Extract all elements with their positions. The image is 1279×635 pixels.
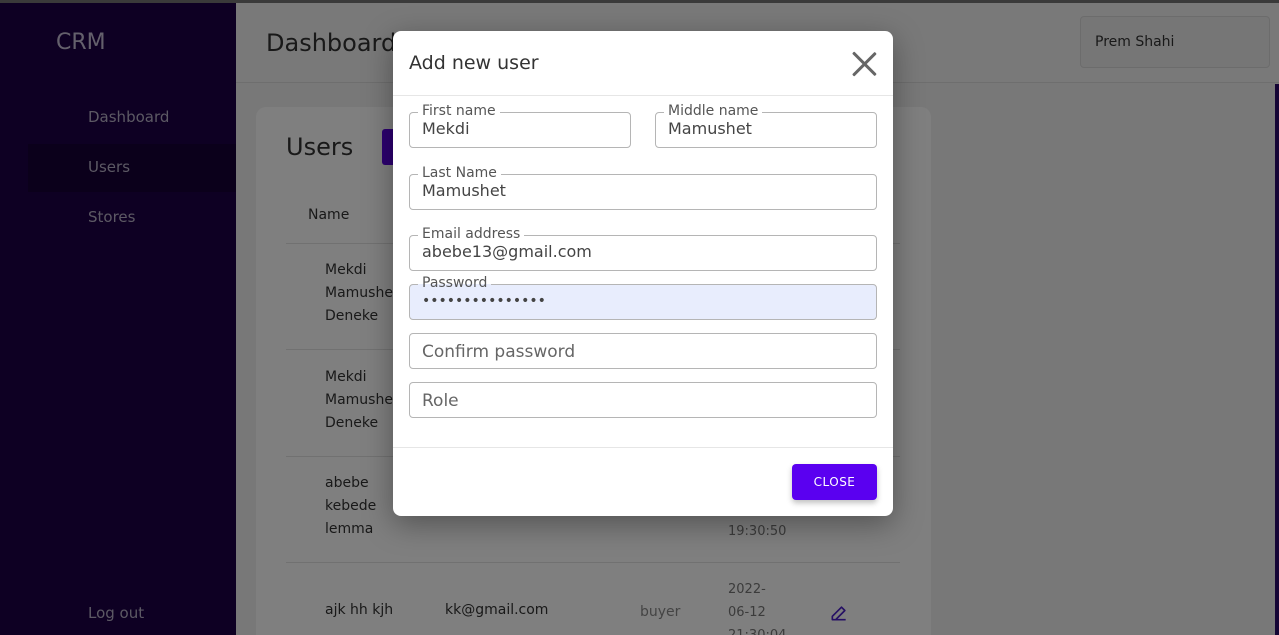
dialog-header-divider	[393, 95, 893, 96]
confirm-password-placeholder: Confirm password	[422, 342, 576, 362]
email-label: Email address	[418, 225, 525, 243]
close-button[interactable]: CLOSE	[792, 464, 877, 500]
role-placeholder: Role	[422, 391, 459, 411]
middle-name-field[interactable]: Middle name	[655, 102, 877, 148]
password-input[interactable]	[422, 293, 866, 309]
first-name-input[interactable]	[422, 119, 620, 138]
email-field[interactable]: Email address	[409, 225, 877, 271]
top-border	[0, 0, 1279, 3]
first-name-label: First name	[418, 102, 500, 120]
email-input[interactable]	[422, 242, 866, 261]
last-name-input[interactable]	[422, 181, 866, 200]
role-field[interactable]: Role	[409, 382, 877, 418]
last-name-label: Last Name	[418, 164, 501, 182]
password-label: Password	[418, 274, 492, 292]
confirm-password-field[interactable]: Confirm password	[409, 333, 877, 369]
add-user-dialog: Add new user First name Middle name Last…	[393, 31, 893, 516]
first-name-field[interactable]: First name	[409, 102, 631, 148]
password-field[interactable]: Password	[409, 274, 877, 320]
last-name-field[interactable]: Last Name	[409, 164, 877, 210]
close-icon[interactable]	[849, 48, 879, 78]
dialog-footer-divider	[393, 447, 893, 448]
middle-name-label: Middle name	[664, 102, 763, 120]
middle-name-input[interactable]	[668, 119, 866, 138]
dialog-title: Add new user	[409, 52, 539, 74]
